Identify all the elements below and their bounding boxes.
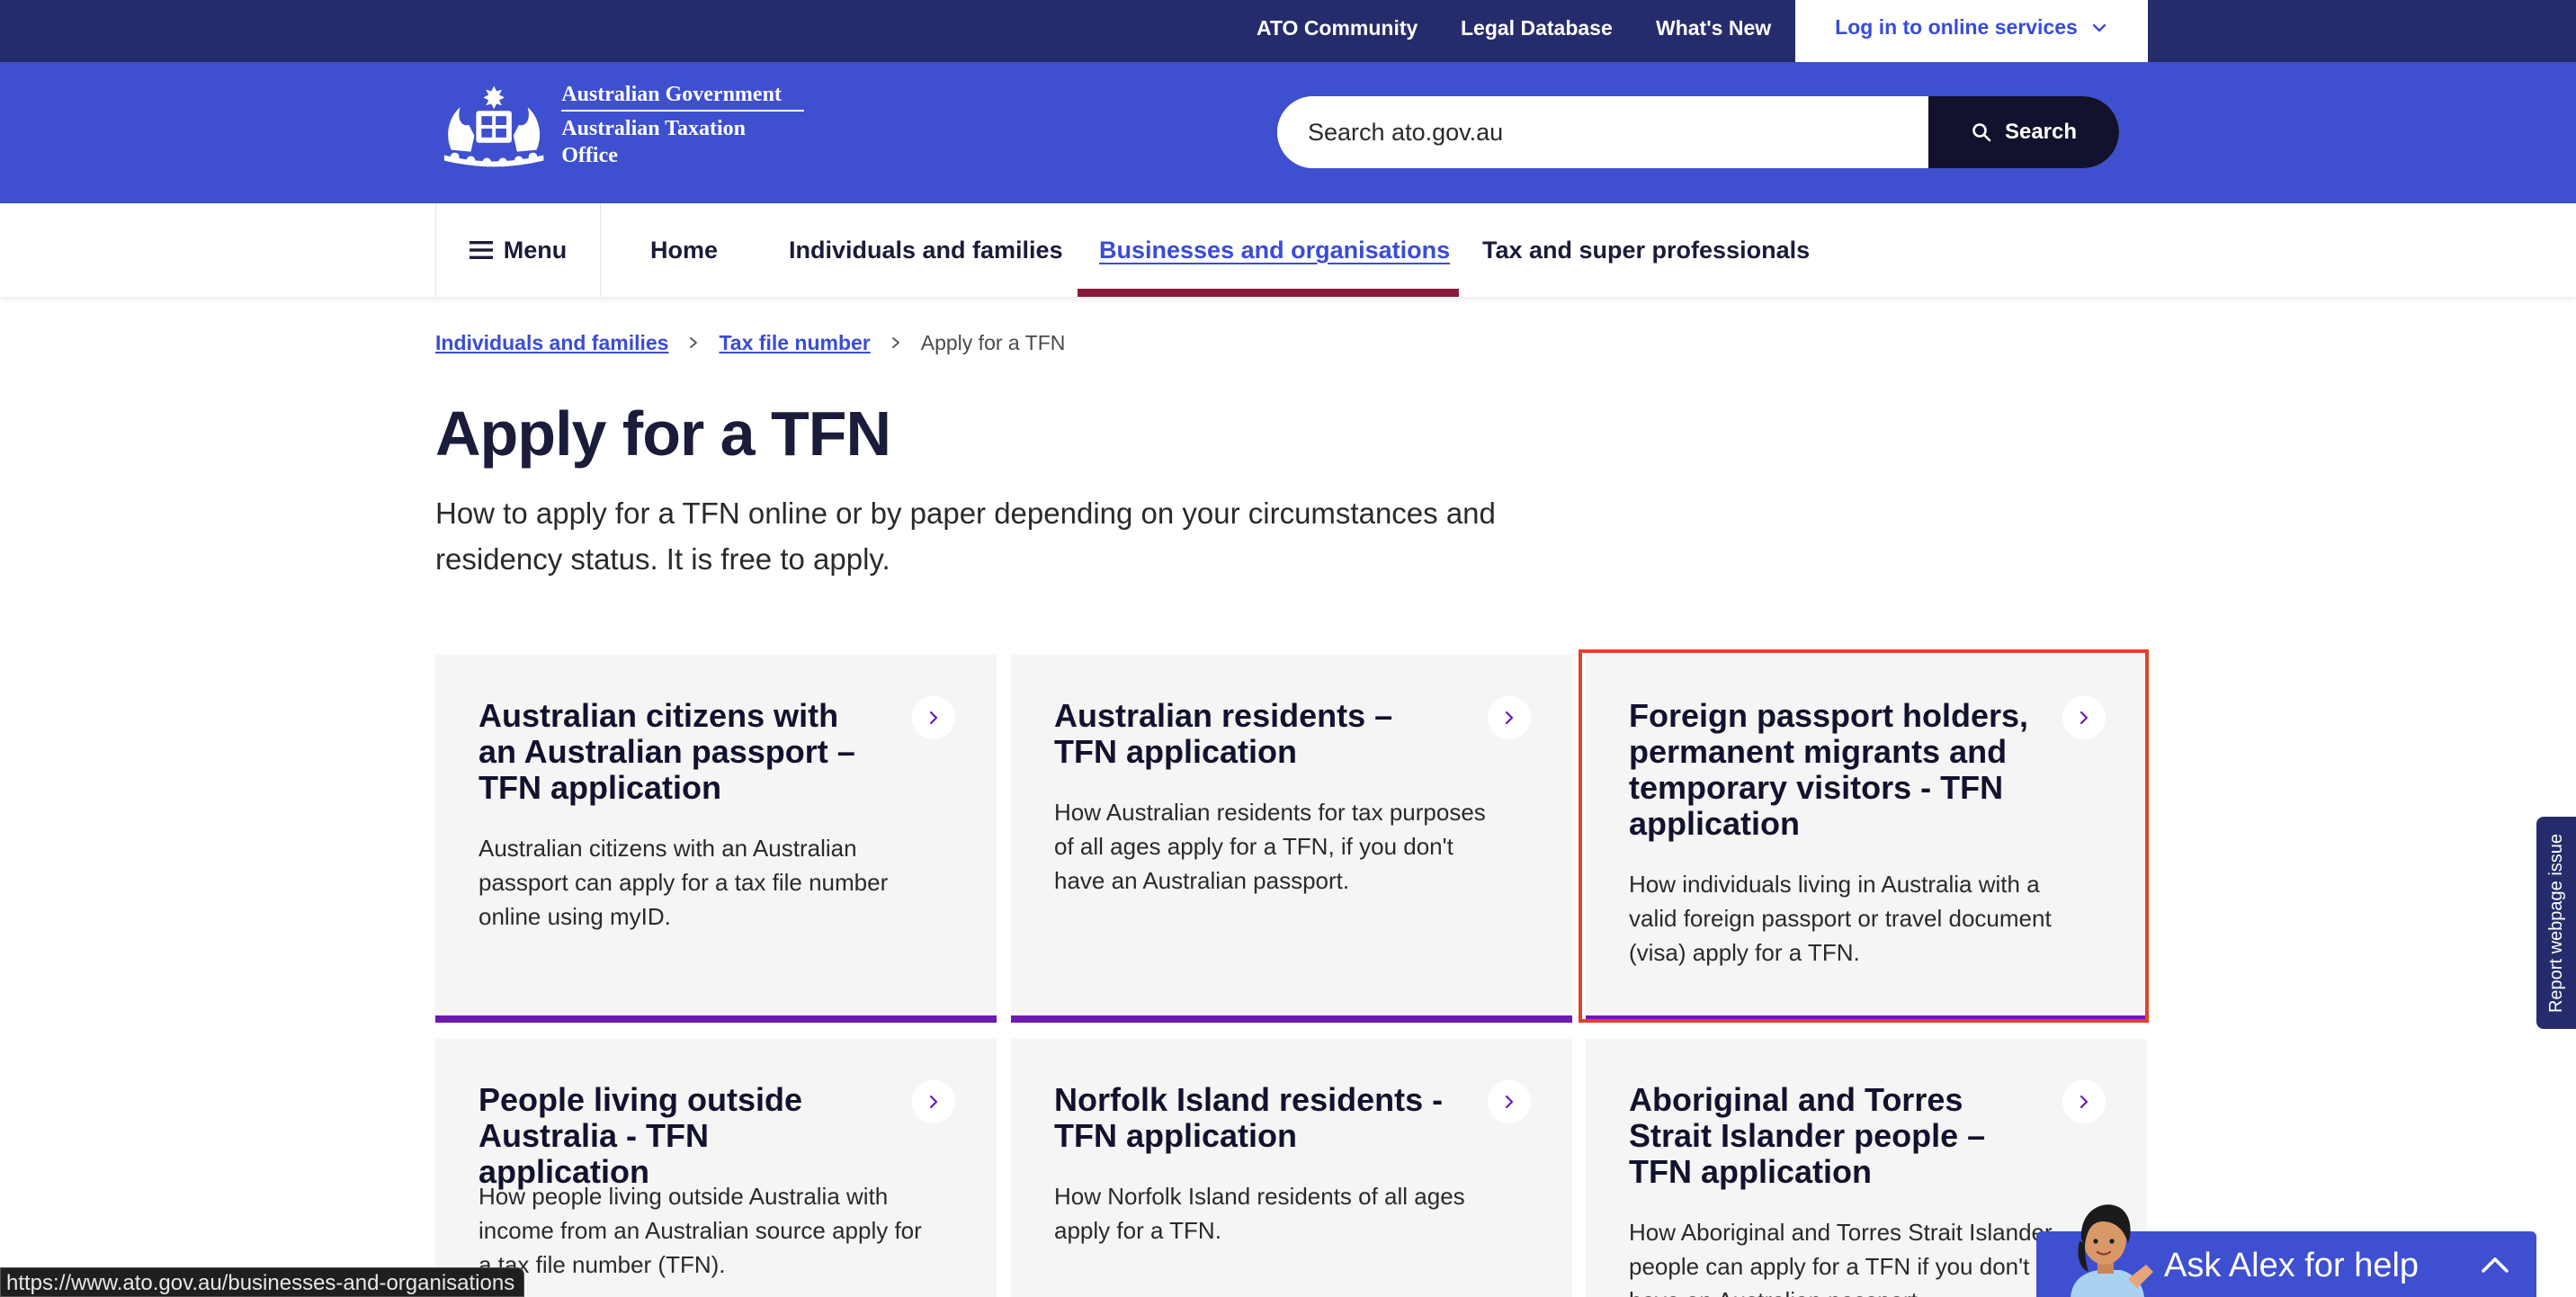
card-title: Norfolk Island residents - TFN applicati… [1054,1081,1444,1154]
card-title: People living outside Australia - TFN ap… [479,1081,803,1190]
card-foreign-passport-holders[interactable]: Foreign passport holders, permanent migr… [1586,655,2147,1023]
ato-community-link[interactable]: ATO Community [1257,0,1418,62]
avatar-icon [2071,1204,2153,1297]
logo-line-government: Australian Government [561,81,804,112]
card-description: How people living outside Australia with… [479,1183,922,1278]
chevron-right-icon [2080,1095,2089,1109]
breadcrumb: Individuals and families Tax file number… [435,329,1065,356]
card-arrow-button[interactable] [2062,696,2106,739]
card-description: How Australian residents for tax purpose… [1054,799,1486,894]
chevron-right-icon [929,711,938,725]
report-issue-tab[interactable]: Report webpage issue [2536,817,2576,1029]
site-header: Australian Government Australian Taxatio… [0,62,2576,203]
card-accent-bar [1586,1015,2147,1023]
ato-logo[interactable]: Australian Government Australian Taxatio… [435,76,804,174]
main-nav: Menu Home Individuals and families Busin… [0,203,2576,297]
menu-label: Menu [503,236,568,264]
nav-item-home[interactable]: Home [650,203,718,297]
search-button-label: Search [2004,120,2078,144]
card-arrow-button[interactable] [2062,1080,2106,1123]
login-label: Log in to online services [1835,15,2078,39]
search-input[interactable] [1277,96,1928,168]
crest-icon [443,85,544,167]
search-icon [1972,123,1991,142]
utility-bar: ATO Community Legal Database What's New … [0,0,2576,62]
logo-line-ato: Australian Taxation Office [561,117,746,167]
search-button[interactable]: Search [1928,96,2119,168]
nav-active-indicator [1078,289,1459,297]
report-issue-label: Report webpage issue [2545,833,2566,1013]
logo-wordmark: Australian Government Australian Taxatio… [561,81,804,169]
page-intro: How to apply for a TFN online or by pape… [435,496,1496,576]
nav-item-individuals[interactable]: Individuals and families [789,203,1063,297]
card-accent-bar [1011,1015,1572,1023]
chevron-right-icon [1505,1095,1514,1109]
card-description: Australian citizens with an Australian p… [479,835,889,930]
breadcrumb-tfn[interactable]: Tax file number [719,331,870,355]
card-description: How individuals living in Australia with… [1629,871,2052,966]
breadcrumb-individuals[interactable]: Individuals and families [435,331,668,355]
card-title: Australian residents – TFN application [1054,697,1393,770]
card-norfolk-island-residents[interactable]: Norfolk Island residents - TFN applicati… [1011,1039,1572,1297]
chevron-down-icon [2092,23,2106,31]
chevron-right-icon [891,337,899,348]
chevron-right-icon [690,337,698,348]
chevron-right-icon [929,1095,938,1109]
card-people-outside-australia[interactable]: People living outside Australia - TFN ap… [435,1039,997,1297]
chevron-up-icon[interactable] [2479,1251,2511,1278]
status-bar-url: https://www.ato.gov.au/businesses-and-or… [0,1267,525,1297]
card-title: Aboriginal and Torres Strait Islander pe… [1629,1081,1986,1190]
whats-new-link[interactable]: What's New [1656,0,1771,62]
card-description: How Norfolk Island residents of all ages… [1054,1183,1465,1244]
card-description: How Aboriginal and Torres Strait Islande… [1629,1219,2053,1297]
card-title: Australian citizens with an Australian p… [479,697,855,806]
page-title: Apply for a TFN [435,398,891,469]
card-arrow-button[interactable] [1488,1080,1531,1123]
nav-item-tax-professionals[interactable]: Tax and super professionals [1482,203,1810,297]
card-accent-bar [435,1015,997,1023]
hamburger-icon [469,241,493,259]
card-arrow-button[interactable] [912,1080,955,1123]
card-australian-citizens[interactable]: Australian citizens with an Australian p… [435,655,997,1023]
chevron-right-icon [2080,711,2089,725]
chevron-right-icon [1505,711,1514,725]
card-arrow-button[interactable] [912,696,955,739]
ask-alex-label: Ask Alex for help [2164,1247,2419,1284]
login-online-services-button[interactable]: Log in to online services [1795,0,2148,62]
breadcrumb-current: Apply for a TFN [920,330,1066,354]
card-australian-residents[interactable]: Australian residents – TFN application H… [1011,655,1572,1023]
legal-database-link[interactable]: Legal Database [1461,0,1613,62]
card-arrow-button[interactable] [1488,696,1531,739]
card-title: Foreign passport holders, permanent migr… [1629,697,2029,842]
nav-item-businesses[interactable]: Businesses and organisations [1099,203,1450,297]
menu-button[interactable]: Menu [435,203,601,297]
search-bar: Search [1277,96,2119,168]
